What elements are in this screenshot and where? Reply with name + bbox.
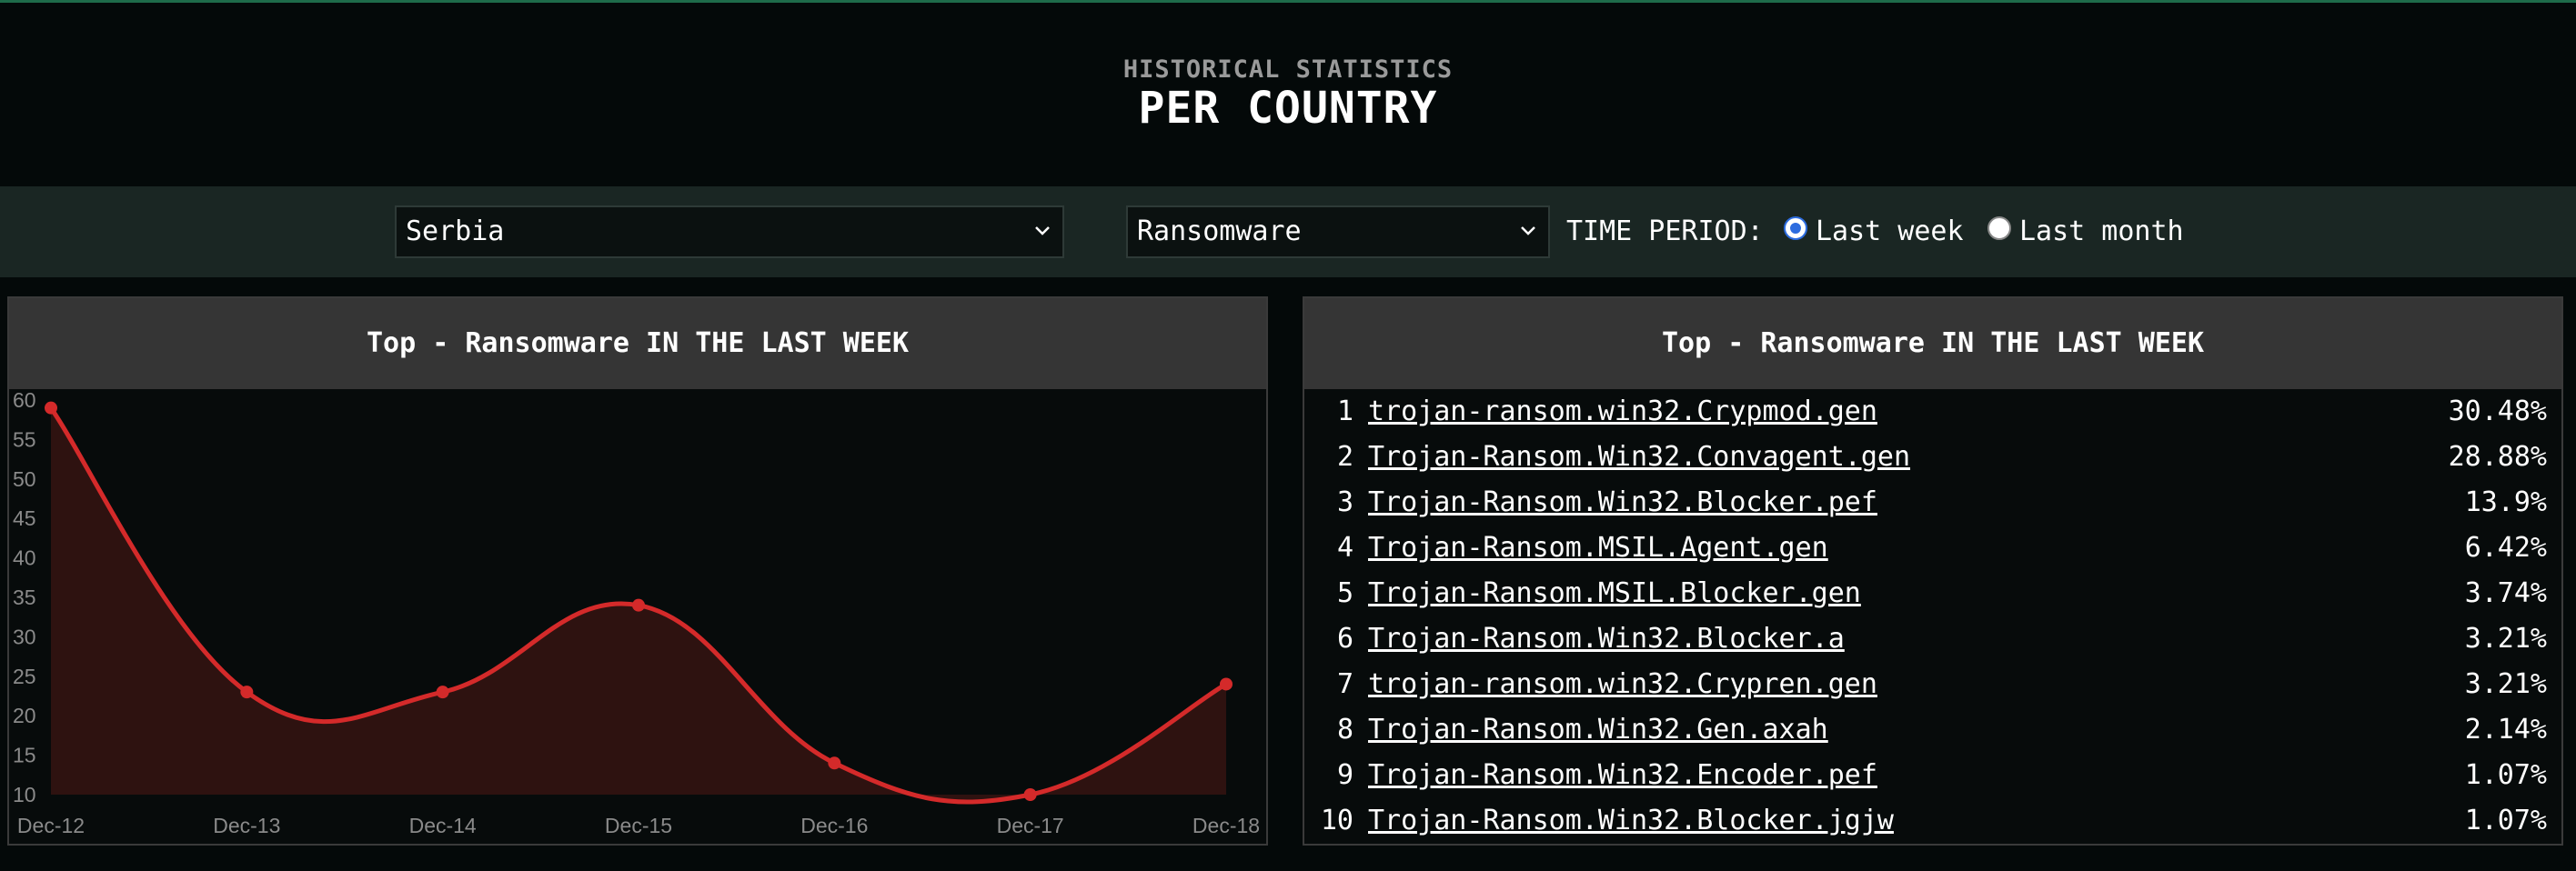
x-tick-label: Dec-14	[409, 814, 477, 837]
data-point	[632, 598, 645, 612]
y-tick-label: 40	[13, 546, 36, 570]
threat-percentage: 28.88%	[2448, 441, 2547, 473]
threat-percentage: 30.48%	[2448, 395, 2547, 427]
list-item: 6 Trojan-Ransom.Win32.Blocker.a 3.21%	[1304, 616, 2561, 662]
radio-last-week-label[interactable]: Last week	[1816, 215, 1964, 247]
rank-number: 8	[1336, 714, 1353, 746]
list-item: 2 Trojan-Ransom.Win32.Convagent.gen 28.88%	[1304, 435, 2561, 480]
threat-percentage: 13.9%	[2464, 486, 2547, 518]
chevron-down-icon	[1035, 226, 1050, 235]
threat-percentage: 1.07%	[2464, 759, 2547, 791]
rank-number: 9	[1336, 759, 1353, 791]
threat-link[interactable]: Trojan-Ransom.Win32.Encoder.pef	[1368, 753, 1877, 798]
list-item: 9 Trojan-Ransom.Win32.Encoder.pef 1.07%	[1304, 753, 2561, 798]
list-item: 4 Trojan-Ransom.MSIL.Agent.gen 6.42%	[1304, 526, 2561, 571]
y-tick-label: 35	[13, 586, 36, 609]
rank-number: 5	[1336, 577, 1353, 609]
country-select-value: Serbia	[406, 215, 505, 247]
rank-number: 4	[1336, 532, 1353, 564]
rank-number: 1	[1336, 395, 1353, 427]
page-header: HISTORICAL STATISTICS PER COUNTRY	[0, 3, 2576, 186]
threat-link[interactable]: Trojan-Ransom.Win32.Blocker.pef	[1368, 480, 1877, 526]
ranking-panel-title: Top - Ransomware IN THE LAST WEEK	[1304, 298, 2561, 389]
chevron-down-icon	[1521, 226, 1535, 235]
x-tick-label: Dec-15	[605, 814, 672, 837]
threat-link[interactable]: trojan-ransom.win32.Crypmod.gen	[1368, 389, 1877, 435]
list-item: 8 Trojan-Ransom.Win32.Gen.axah 2.14%	[1304, 707, 2561, 753]
threat-percentage: 3.21%	[2464, 623, 2547, 655]
data-point	[436, 686, 449, 699]
list-item: 10 Trojan-Ransom.Win32.Blocker.jgjw 1.07%	[1304, 798, 2561, 844]
threat-percentage: 3.21%	[2464, 668, 2547, 700]
y-tick-label: 30	[13, 625, 36, 648]
threat-percentage: 3.74%	[2464, 577, 2547, 609]
rank-number: 6	[1336, 623, 1353, 655]
radio-last-month-label[interactable]: Last month	[2019, 215, 2184, 247]
threat-percentage: 2.14%	[2464, 714, 2547, 746]
threat-percentage: 6.42%	[2464, 532, 2547, 564]
rank-number: 10	[1320, 805, 1353, 836]
y-tick-label: 15	[13, 744, 36, 767]
category-select-value: Ransomware	[1137, 215, 1302, 247]
chart-panel-title: Top - Ransomware IN THE LAST WEEK	[9, 298, 1266, 389]
data-point	[828, 756, 841, 770]
x-tick-label: Dec-13	[213, 814, 280, 837]
x-tick-label: Dec-18	[1192, 814, 1260, 837]
threat-link[interactable]: Trojan-Ransom.MSIL.Blocker.gen	[1368, 571, 1861, 616]
threat-percentage: 1.07%	[2464, 805, 2547, 836]
rank-number: 2	[1336, 441, 1353, 473]
list-item: 1 trojan-ransom.win32.Crypmod.gen 30.48%	[1304, 389, 2561, 435]
data-point	[240, 686, 254, 699]
radio-last-week[interactable]	[1784, 216, 1807, 240]
country-select[interactable]: Serbia	[395, 205, 1064, 258]
category-select[interactable]: Ransomware	[1126, 205, 1550, 258]
x-tick-label: Dec-17	[997, 814, 1064, 837]
list-item: 5 Trojan-Ransom.MSIL.Blocker.gen 3.74%	[1304, 571, 2561, 616]
threat-link[interactable]: Trojan-Ransom.Win32.Blocker.jgjw	[1368, 798, 1894, 844]
data-point	[1220, 677, 1233, 691]
y-tick-label: 45	[13, 506, 36, 530]
time-period-label: TIME PERIOD:	[1566, 215, 1764, 247]
threat-link[interactable]: Trojan-Ransom.MSIL.Agent.gen	[1368, 526, 1828, 571]
threat-link[interactable]: trojan-ransom.win32.Crypren.gen	[1368, 662, 1877, 707]
x-tick-label: Dec-16	[800, 814, 868, 837]
page-subtitle: HISTORICAL STATISTICS	[1122, 55, 1454, 84]
radio-last-month[interactable]	[1987, 216, 2011, 240]
filter-bar: Serbia Ransomware TIME PERIOD: Last week…	[0, 186, 2576, 277]
threat-link[interactable]: Trojan-Ransom.Win32.Blocker.a	[1368, 616, 1845, 662]
ranking-panel: Top - Ransomware IN THE LAST WEEK 1 troja…	[1303, 296, 2563, 846]
list-item: 3 Trojan-Ransom.Win32.Blocker.pef 13.9%	[1304, 480, 2561, 526]
rank-number: 3	[1336, 486, 1353, 518]
y-tick-label: 60	[13, 389, 36, 412]
y-tick-label: 55	[13, 427, 36, 451]
area-chart: 10 15 20 25 30 35 40 45 50 55 60 Dec-12 Dec-13 Dec-14…	[13, 389, 1260, 837]
y-tick-label: 20	[13, 704, 36, 727]
data-point	[1023, 788, 1037, 801]
y-tick-label: 50	[13, 467, 36, 491]
page-title: PER COUNTRY	[1138, 83, 1438, 134]
threat-link[interactable]: Trojan-Ransom.Win32.Convagent.gen	[1368, 435, 1910, 480]
data-point	[45, 401, 57, 415]
x-tick-label: Dec-12	[17, 814, 85, 837]
rank-number: 7	[1336, 668, 1353, 700]
chart-panel: Top - Ransomware IN THE LAST WEEK 10 15 20…	[7, 296, 1268, 846]
y-tick-label: 25	[13, 665, 36, 688]
threat-link[interactable]: Trojan-Ransom.Win32.Gen.axah	[1368, 707, 1828, 753]
list-item: 7 trojan-ransom.win32.Crypren.gen 3.21%	[1304, 662, 2561, 707]
y-tick-label: 10	[13, 783, 36, 806]
